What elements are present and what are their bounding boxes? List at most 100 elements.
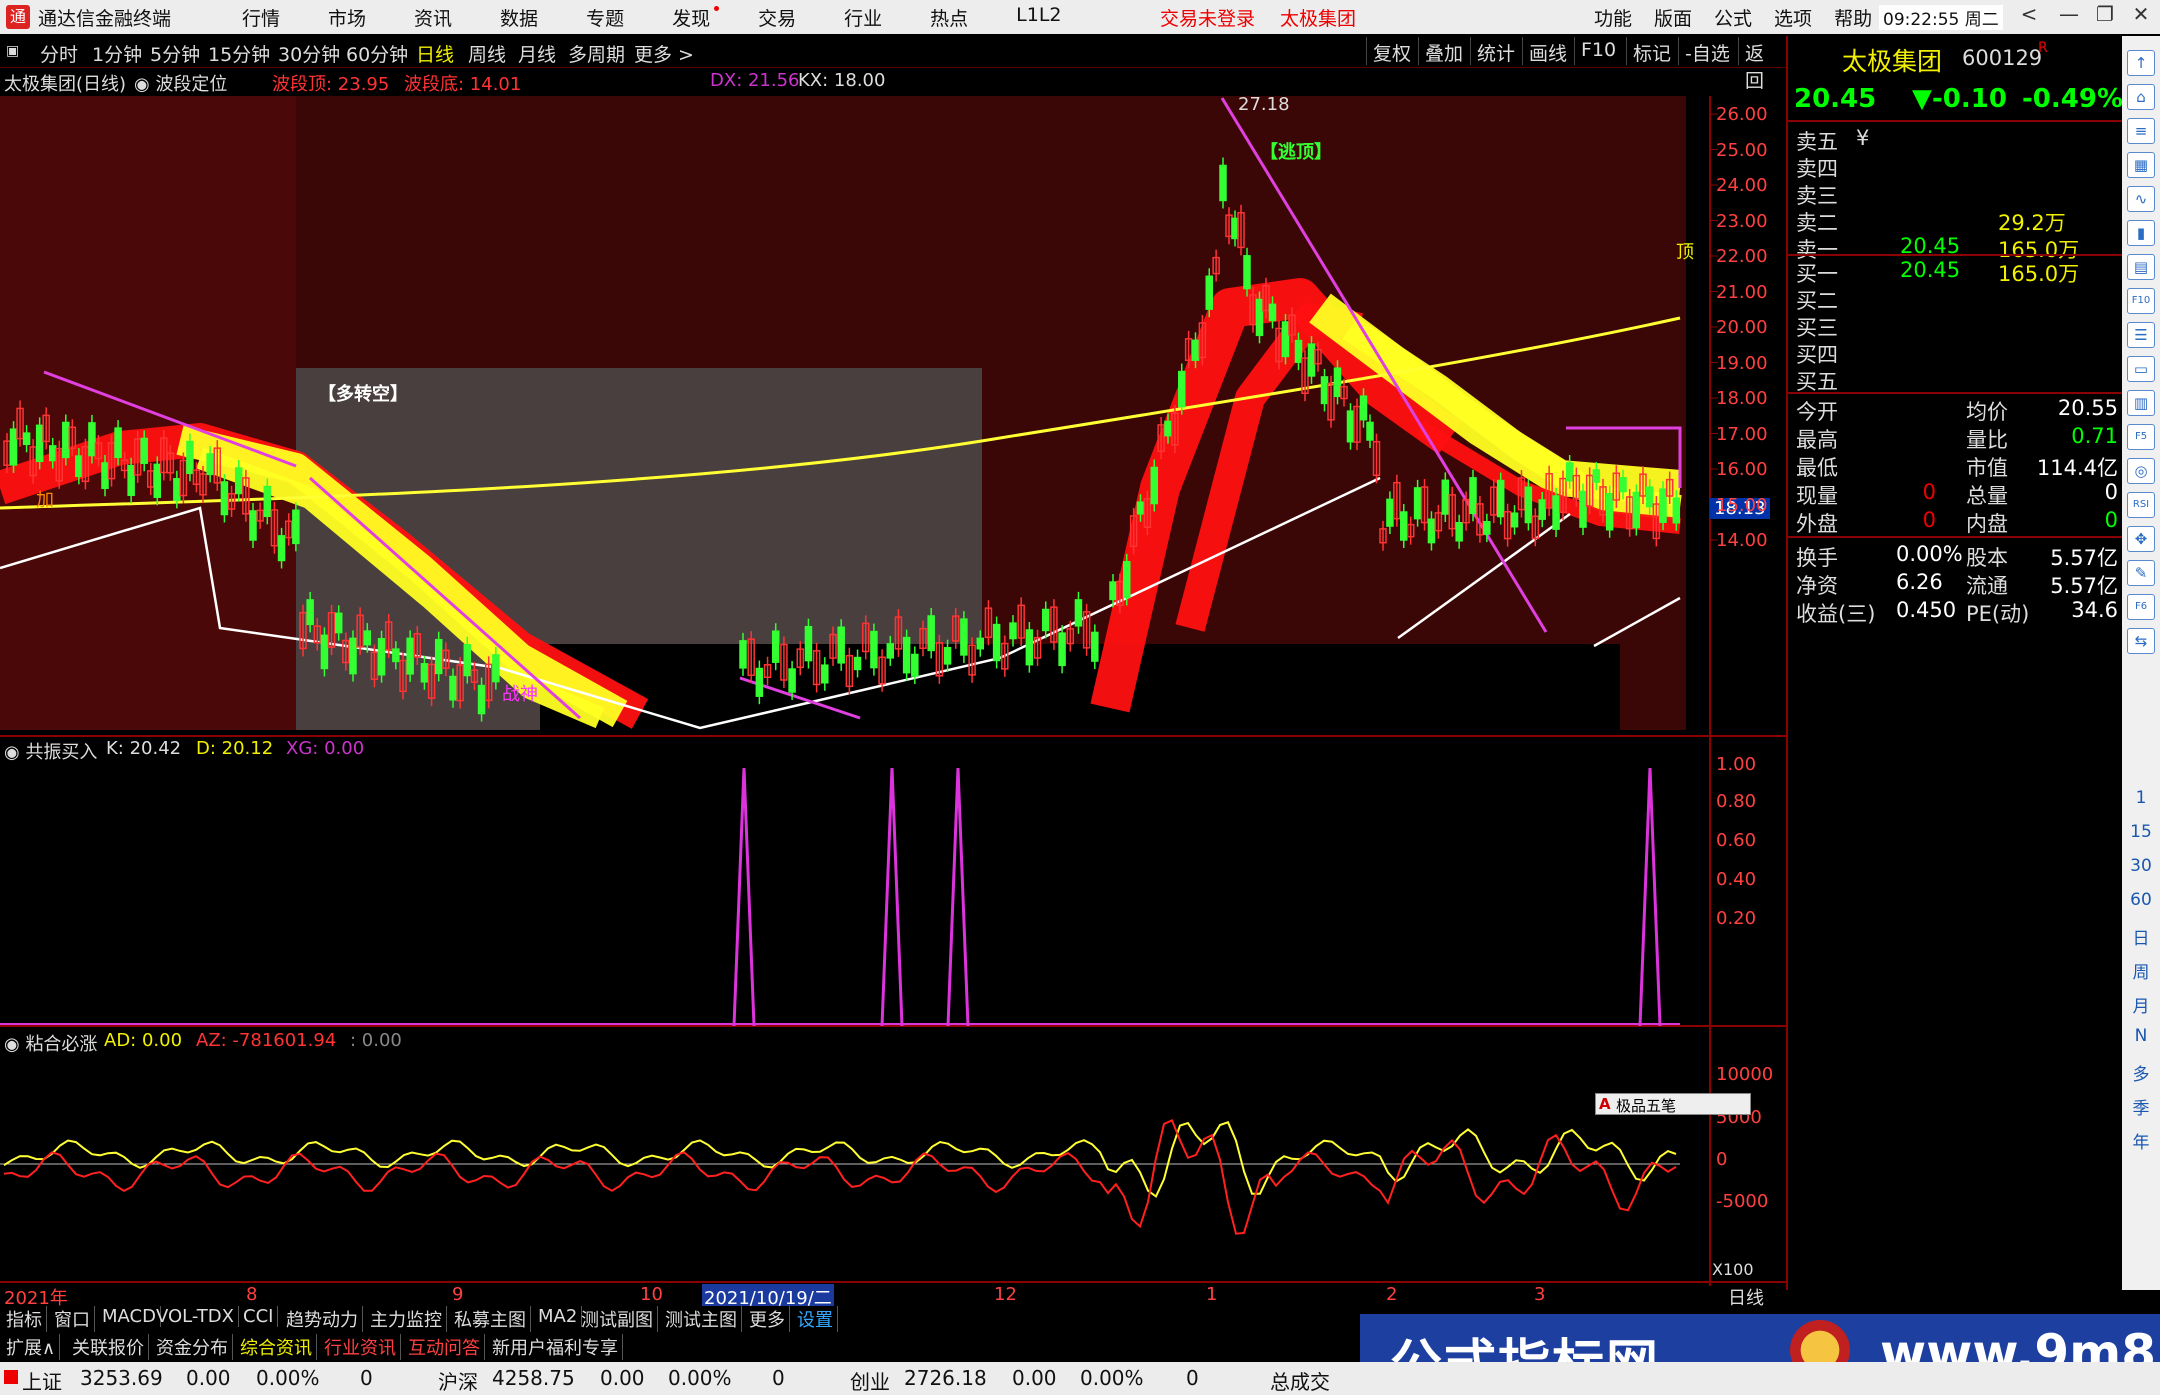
tool-button[interactable]: 叠加 <box>1418 37 1469 65</box>
menu-item[interactable]: 帮助 <box>1834 4 1872 31</box>
indicator-tab[interactable]: 主力监控 <box>366 1306 447 1332</box>
main-indicator-name[interactable]: ◉ 波段定位 <box>134 70 227 96</box>
period-shortcut[interactable]: 多 <box>2122 1060 2160 1085</box>
share-icon[interactable]: ⇆ <box>2127 628 2155 654</box>
sub2-title[interactable]: ◉ 粘合必涨 <box>4 1030 97 1056</box>
tool-button[interactable]: 画线 <box>1522 37 1573 65</box>
period-item-active[interactable]: 日线 <box>416 40 454 67</box>
tool-button[interactable]: 标记 <box>1626 37 1677 65</box>
stat-value: 5.57亿 <box>2050 546 2118 570</box>
indicator-tab[interactable]: 测试副图 <box>577 1306 658 1332</box>
clock: 09:22:55 周二 <box>1879 4 2003 30</box>
close-button[interactable]: ✕ <box>2126 2 2156 26</box>
chart-area[interactable]: 太极集团(日线) ◉ 波段定位 波段顶: 23.95 波段底: 14.01 DX… <box>0 68 1786 1310</box>
tool-button[interactable]: 返回 <box>1738 37 1786 92</box>
extension-tab[interactable]: 扩展∧ <box>2 1334 61 1360</box>
period-shortcut[interactable]: 30 <box>2122 856 2160 876</box>
period-shortcut[interactable]: 15 <box>2122 822 2160 842</box>
board-icon[interactable]: ▥ <box>2127 390 2155 416</box>
indicator-tab[interactable]: CCI <box>239 1306 279 1327</box>
extension-tab[interactable]: 关联报价 <box>68 1334 149 1360</box>
menu-item[interactable]: 功能 <box>1594 4 1632 31</box>
pen-icon[interactable]: ✎ <box>2127 560 2155 586</box>
menu-item[interactable]: 专题 <box>586 4 624 31</box>
chart-canvas[interactable] <box>0 68 1786 1290</box>
indicator-tab[interactable]: 更多 <box>745 1306 790 1332</box>
indicator-tab[interactable]: 指标 <box>2 1306 47 1332</box>
menu-item[interactable]: 选项 <box>1774 4 1812 31</box>
menu-item[interactable]: 交易 <box>758 4 796 31</box>
status-item[interactable]: 创业 <box>850 1366 890 1395</box>
minimize-button[interactable]: — <box>2054 2 2084 26</box>
period-item[interactable]: 15分钟 <box>208 40 270 67</box>
indicator-tab[interactable]: 私募主图 <box>450 1306 531 1332</box>
period-item[interactable]: 30分钟 <box>278 40 340 67</box>
tool-button[interactable]: 统计 <box>1470 37 1521 65</box>
home-icon[interactable]: ⌂ <box>2127 84 2155 110</box>
status-item[interactable]: 上证 <box>22 1366 62 1395</box>
move-icon[interactable]: ✥ <box>2127 526 2155 552</box>
period-shortcut[interactable]: 1 <box>2122 788 2160 808</box>
sub1-title[interactable]: ◉ 共振买入 <box>4 738 97 764</box>
doc-icon[interactable]: ▭ <box>2127 356 2155 382</box>
chart-icon[interactable]: ∿ <box>2127 186 2155 212</box>
indicator-tab[interactable]: 窗口 <box>50 1306 95 1332</box>
extension-tab[interactable]: 资金分布 <box>152 1334 233 1360</box>
indicator-tab[interactable]: MA2 <box>534 1306 583 1327</box>
circle-icon[interactable]: ◎ <box>2127 458 2155 484</box>
indicator-tab[interactable]: VOL-TDX <box>152 1306 239 1327</box>
period-shortcut[interactable]: 年 <box>2122 1128 2160 1153</box>
login-status[interactable]: 交易未登录 <box>1160 4 1255 31</box>
indicator-tab[interactable]: 测试主图 <box>661 1306 742 1332</box>
f10-icon[interactable]: F10 <box>2127 288 2155 314</box>
period-shortcut[interactable]: 日 <box>2122 924 2160 949</box>
period-item[interactable]: 分时 <box>40 40 78 67</box>
news-icon[interactable]: ☰ <box>2127 322 2155 348</box>
restore-button[interactable]: ❐ <box>2090 2 2120 26</box>
menu-item[interactable]: 发现 <box>672 4 720 31</box>
menu-item[interactable]: 行情 <box>242 4 280 31</box>
stat-value: 0.00% <box>1896 542 1963 566</box>
layout-toggle-icon[interactable]: ▣ <box>6 43 19 59</box>
menu-item[interactable]: 版面 <box>1654 4 1692 31</box>
menu-item[interactable]: 行业 <box>844 4 882 31</box>
period-item[interactable]: 1分钟 <box>92 40 142 67</box>
indicator-tab[interactable]: 趋势动力 <box>282 1306 363 1332</box>
period-shortcut[interactable]: 周 <box>2122 958 2160 983</box>
tool-button[interactable]: F10 <box>1574 37 1622 65</box>
tool-button[interactable]: 复权 <box>1366 37 1417 65</box>
status-item[interactable]: 沪深 <box>438 1366 478 1395</box>
tool-button[interactable]: -自选 <box>1678 37 1736 65</box>
period-shortcut[interactable]: 月 <box>2122 992 2160 1017</box>
f5-icon[interactable]: F5 <box>2127 424 2155 450</box>
period-item[interactable]: 60分钟 <box>346 40 408 67</box>
table-icon[interactable]: ▤ <box>2127 254 2155 280</box>
extension-tab[interactable]: 综合资讯 <box>236 1334 317 1360</box>
extension-tab[interactable]: 互动问答 <box>404 1334 485 1360</box>
period-item[interactable]: 多周期 <box>568 40 625 67</box>
period-item[interactable]: 月线 <box>518 40 556 67</box>
extension-tab[interactable]: 新用户福利专享 <box>488 1334 623 1360</box>
menu-item[interactable]: 热点 <box>930 4 968 31</box>
grid-icon[interactable]: ▦ <box>2127 152 2155 178</box>
menu-item[interactable]: 资讯 <box>414 4 452 31</box>
ime-toolbar[interactable]: A 极品五笔 <box>1595 1093 1751 1115</box>
menu-item[interactable]: 市场 <box>328 4 366 31</box>
period-item[interactable]: 5分钟 <box>150 40 200 67</box>
list-icon[interactable]: ≡ <box>2127 118 2155 144</box>
candle-icon[interactable]: ▮ <box>2127 220 2155 246</box>
menu-item[interactable]: 公式 <box>1714 4 1752 31</box>
period-shortcut[interactable]: 60 <box>2122 890 2160 910</box>
extension-tab[interactable]: 行业资讯 <box>320 1334 401 1360</box>
menu-item[interactable]: 数据 <box>500 4 538 31</box>
menu-item[interactable]: L1L2 <box>1016 4 1061 31</box>
period-shortcut[interactable]: 季 <box>2122 1094 2160 1119</box>
rsi-icon[interactable]: RSI <box>2127 492 2155 518</box>
up-arrow-icon[interactable]: ↑ <box>2127 50 2155 76</box>
indicator-tab[interactable]: 设置 <box>793 1306 838 1332</box>
period-shortcut[interactable]: N <box>2122 1026 2160 1046</box>
back-button[interactable]: < <box>2014 2 2044 26</box>
period-item[interactable]: 周线 <box>468 40 506 67</box>
f6-icon[interactable]: F6 <box>2127 594 2155 620</box>
period-item[interactable]: 更多 > <box>634 40 694 67</box>
